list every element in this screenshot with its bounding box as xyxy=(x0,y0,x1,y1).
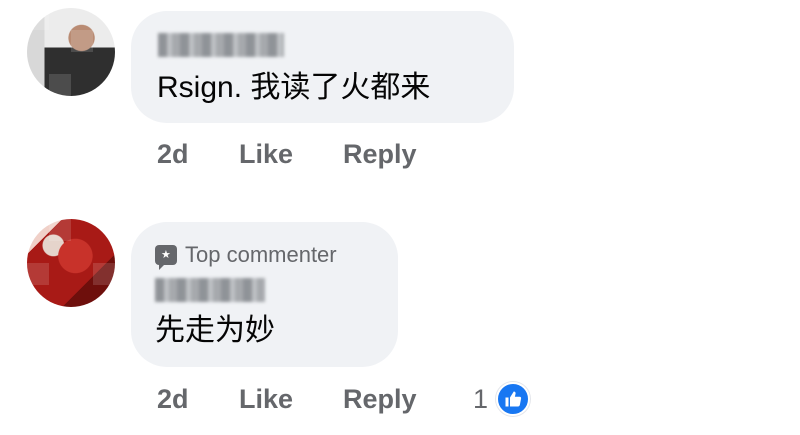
comment-timestamp[interactable]: 2d xyxy=(157,139,239,170)
comment-actions: 2d Like Reply 1 xyxy=(157,382,531,416)
like-reaction-icon xyxy=(496,382,531,416)
comment-text: 先走为妙 xyxy=(155,314,275,347)
comment-bubble: Rsign. 我读了火都来 xyxy=(131,11,514,123)
comment-text: Rsign. 我读了火都来 xyxy=(157,71,431,104)
reply-button[interactable]: Reply xyxy=(343,139,473,170)
comment-actions: 2d Like Reply xyxy=(157,139,473,170)
commenter-name-blurred[interactable] xyxy=(155,278,265,302)
like-button[interactable]: Like xyxy=(239,384,343,415)
avatar[interactable] xyxy=(27,8,115,96)
reply-button[interactable]: Reply xyxy=(343,384,473,415)
comment-bubble: ★ Top commenter 先走为妙 xyxy=(131,222,398,367)
reaction-summary[interactable]: 1 xyxy=(473,382,531,416)
top-commenter-badge: ★ Top commenter xyxy=(155,242,337,270)
like-button[interactable]: Like xyxy=(239,139,343,170)
comment-timestamp[interactable]: 2d xyxy=(157,384,239,415)
top-commenter-icon: ★ xyxy=(155,245,177,270)
avatar[interactable] xyxy=(27,219,115,307)
badge-label: Top commenter xyxy=(185,242,337,267)
reaction-count: 1 xyxy=(473,383,489,414)
commenter-name-blurred[interactable] xyxy=(158,33,284,57)
